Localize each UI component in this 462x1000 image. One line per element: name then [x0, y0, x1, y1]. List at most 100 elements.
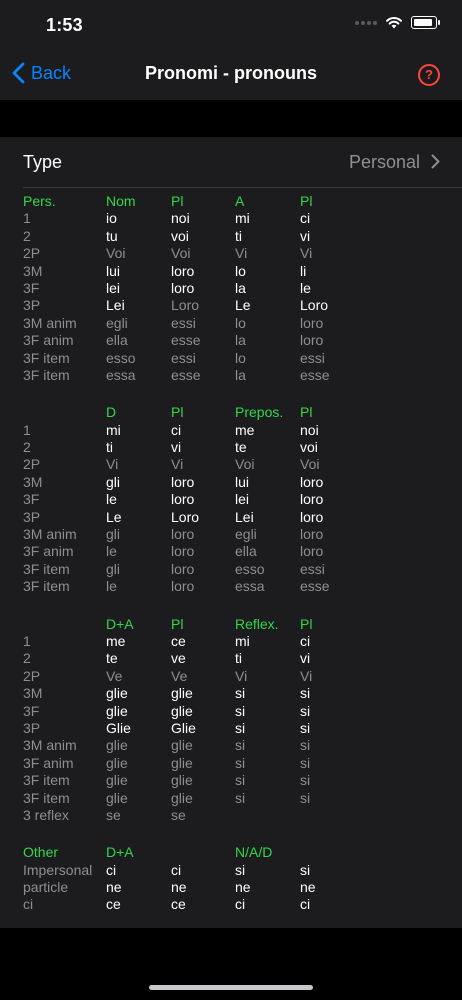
table-cell: gli — [106, 526, 121, 543]
table-cell: glie — [106, 702, 128, 719]
table-cell: Ve — [106, 667, 123, 684]
table-cell: loro — [300, 543, 324, 560]
table-cell: loro — [171, 491, 195, 508]
table-cell: ci — [106, 861, 117, 878]
table-cell: le — [106, 578, 117, 595]
table-row: 3M glie glie si si — [0, 685, 462, 702]
divider — [23, 187, 462, 188]
table-cell: Ve — [171, 667, 188, 684]
table-cell: Loro — [300, 297, 329, 314]
table-cell: ci — [300, 896, 311, 913]
column-header: Pl — [171, 615, 184, 632]
row-label: 3F item — [23, 772, 70, 789]
table-cell: loro — [300, 473, 324, 490]
table-cell: voi — [171, 227, 189, 244]
table-cell: se — [106, 806, 121, 823]
table-cell: io — [106, 210, 117, 227]
table-row: 1 io noi mi ci — [0, 210, 462, 227]
table-cell: si — [235, 861, 246, 878]
table-cell: noi — [300, 421, 319, 438]
column-header: Pl — [171, 404, 184, 421]
wifi-icon — [386, 16, 402, 29]
table-row: 2P Vi Vi Voi Voi — [0, 456, 462, 473]
table-cell: essa — [106, 366, 136, 383]
table-cell: lo — [235, 349, 246, 366]
table-cell: loro — [171, 262, 195, 279]
table-cell: le — [300, 279, 311, 296]
table-cell: glie — [106, 685, 128, 702]
table-cell: ne — [235, 879, 251, 896]
table-cell: Le — [235, 297, 251, 314]
table-cell: mi — [235, 632, 250, 649]
table-cell: loro — [300, 491, 324, 508]
table-cell: loro — [171, 526, 195, 543]
row-label: 3M — [23, 262, 43, 279]
table-row: 3 reflex se se — [0, 807, 462, 824]
table-cell: loro — [171, 543, 195, 560]
table-row: 3F lei loro la le — [0, 280, 462, 297]
help-icon[interactable]: ? — [418, 64, 440, 86]
column-header: Pers. — [23, 193, 56, 209]
table-cell: te — [106, 650, 118, 667]
table-cell: loro — [171, 473, 195, 490]
column-header: Reflex. — [235, 615, 279, 632]
table-cell: li — [300, 262, 307, 279]
table-cell: lo — [235, 262, 246, 279]
row-label: 2 — [23, 439, 31, 456]
table-row: 3F item le loro essa esse — [0, 578, 462, 595]
column-header: D — [106, 404, 117, 421]
table-row: 3F le loro lei loro — [0, 491, 462, 508]
table-cell: si — [300, 719, 311, 736]
table-cell: ci — [300, 632, 311, 649]
column-header: Pl — [300, 404, 313, 421]
type-selector-row[interactable]: Type Personal — [0, 137, 462, 187]
table-cell: Vi — [235, 667, 248, 684]
navigation-bar: Back Pronomi - pronouns ? — [0, 50, 462, 100]
table-cell: ti — [106, 439, 113, 456]
table-cell: ci — [171, 421, 182, 438]
table-cell: si — [300, 754, 311, 771]
row-label: 3F item — [23, 789, 70, 806]
table-row: 2P Ve Ve Vi Vi — [0, 668, 462, 685]
table-header-row: D Pl Prepos. Pl — [0, 404, 462, 421]
table-cell: esse — [171, 332, 201, 349]
table-cell: esse — [300, 366, 330, 383]
table-cell: si — [235, 702, 246, 719]
table-cell: vi — [300, 650, 311, 667]
table-cell: ne — [300, 879, 316, 896]
status-icons — [355, 16, 440, 29]
table-cell: lo — [235, 314, 246, 331]
table-cell: essi — [300, 560, 325, 577]
table-cell: Glie — [171, 719, 196, 736]
table-cell: mi — [106, 421, 121, 438]
table-row: 3P Le Loro Lei loro — [0, 509, 462, 526]
column-header: Other — [23, 844, 59, 861]
pronoun-tables: Pers. Nom Pl A Pl 1 io noi mi ci 2 tu voi ti vi 2P Voi Vo… — [0, 193, 462, 934]
column-header: N/A/D — [235, 844, 273, 861]
table-cell: Loro — [171, 508, 200, 525]
table-cell: ti — [235, 650, 242, 667]
row-label: 2 — [23, 227, 31, 244]
table-cell: glie — [171, 685, 193, 702]
table-cell: glie — [171, 789, 193, 806]
table-cell: loro — [300, 526, 324, 543]
table-cell: si — [300, 737, 311, 754]
row-label: 3M anim — [23, 526, 77, 543]
row-label: 3P — [23, 508, 41, 525]
row-label: 3F anim — [23, 754, 74, 771]
table-cell: essi — [171, 314, 196, 331]
table-cell: si — [300, 685, 311, 702]
table-cell: si — [235, 789, 246, 806]
table-cell: Lei — [235, 508, 254, 525]
home-indicator — [149, 985, 313, 990]
column-header: Nom — [106, 193, 136, 209]
table-cell: la — [235, 332, 246, 349]
table-cell: lei — [106, 279, 121, 296]
table-cell: Vi — [106, 456, 119, 473]
table-row: 3F item esso essi lo essi — [0, 350, 462, 367]
table-row: 3M gli loro lui loro — [0, 474, 462, 491]
table-cell: Voi — [300, 456, 320, 473]
table-cell: Glie — [106, 719, 131, 736]
table-cell: lei — [235, 491, 250, 508]
table-row: 3M anim glie glie si si — [0, 737, 462, 754]
